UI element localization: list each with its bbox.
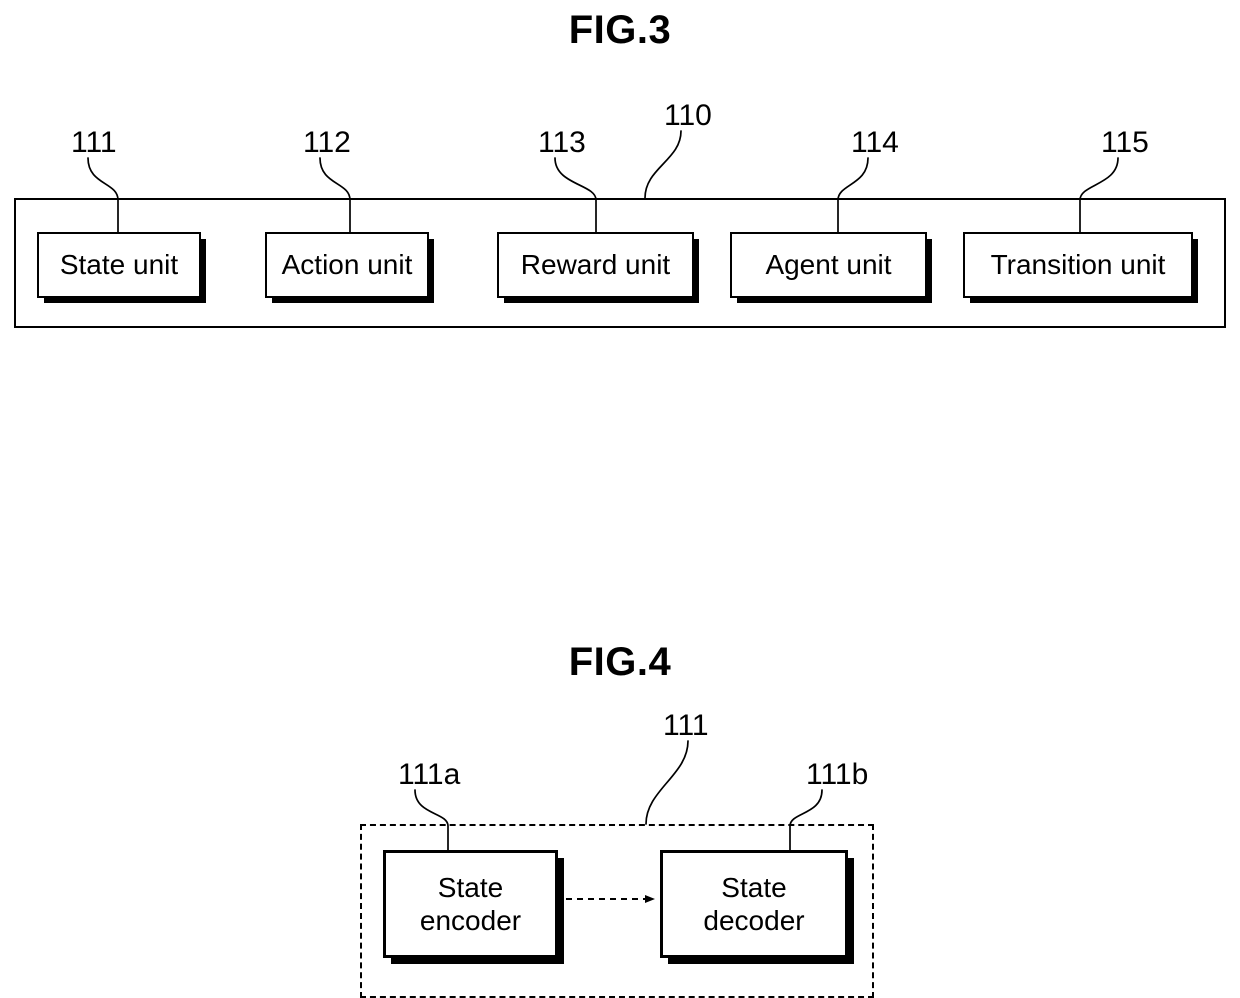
block-reward-unit: Reward unit [497, 232, 694, 298]
block-state-encoder-label-line2: encoder [419, 905, 522, 936]
ref-numeral-115: 115 [1101, 126, 1149, 159]
block-state-encoder: State encoder [383, 850, 558, 958]
block-transition-unit-label: Transition unit [990, 249, 1166, 280]
ref-numeral-112: 112 [303, 126, 351, 159]
block-agent-unit-label: Agent unit [765, 249, 892, 280]
block-state-encoder-label-line1: State [437, 871, 504, 903]
block-state-unit: State unit [37, 232, 201, 298]
ref-numeral-111-fig4: 111 [663, 709, 709, 742]
block-action-unit: Action unit [265, 232, 429, 298]
ref-numeral-111: 111 [71, 126, 117, 159]
block-state-decoder-label-line2: decoder [703, 905, 805, 936]
ref-numeral-114: 114 [851, 126, 899, 159]
patent-drawing-sheet: FIG.3 111 112 113 110 114 115 State unit… [0, 0, 1240, 998]
figure-3-title: FIG.3 [568, 8, 672, 52]
block-state-unit-label: State unit [59, 249, 179, 280]
block-transition-unit: Transition unit [963, 232, 1193, 298]
block-reward-unit-label: Reward unit [520, 249, 671, 280]
block-state-decoder-label-line1: State [721, 871, 787, 903]
ref-numeral-110: 110 [664, 99, 712, 132]
figure-4-title: FIG.4 [568, 640, 672, 684]
block-agent-unit: Agent unit [730, 232, 927, 298]
ref-numeral-111a: 111a [398, 758, 461, 791]
ref-numeral-111b: 111b [806, 758, 869, 791]
ref-numeral-113: 113 [538, 126, 586, 159]
leader-line-111-fig4 [645, 740, 689, 825]
block-state-decoder: State decoder [660, 850, 848, 958]
block-action-unit-label: Action unit [281, 249, 413, 280]
leader-line-110 [644, 130, 682, 199]
